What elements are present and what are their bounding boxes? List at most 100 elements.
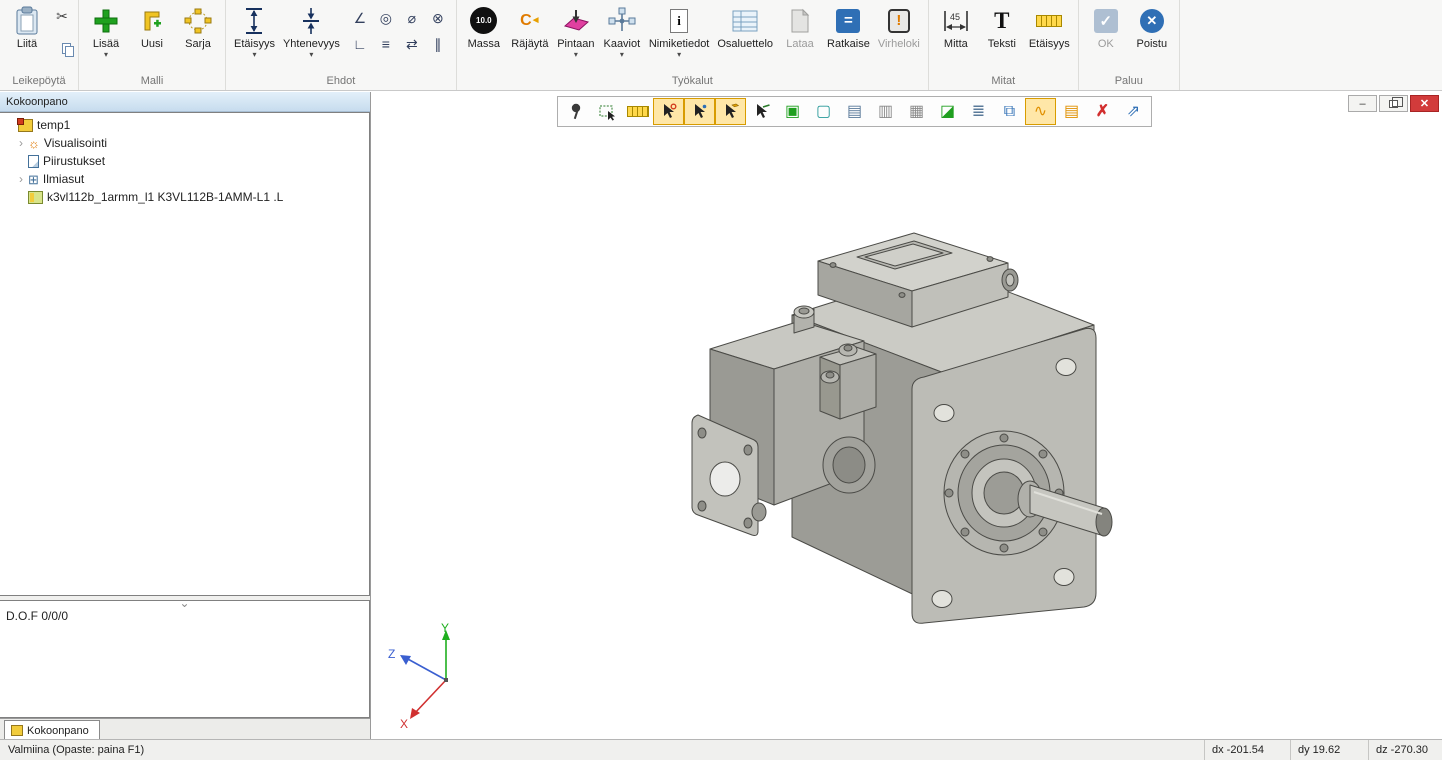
axis-y-label: Y bbox=[441, 621, 449, 635]
pin-button[interactable] bbox=[560, 98, 591, 125]
group-label-tools: Työkalut bbox=[461, 73, 924, 90]
select-solid-button[interactable]: ▣ bbox=[777, 98, 808, 125]
to-surface-dropdown-icon: ▾ bbox=[574, 51, 578, 58]
select-body-button[interactable]: ▢ bbox=[808, 98, 839, 125]
exit-button[interactable]: ✕ Poistu bbox=[1129, 1, 1175, 51]
diagrams-button[interactable]: Kaaviot ▾ bbox=[599, 1, 645, 59]
configurations-icon: ⊞ bbox=[28, 173, 39, 186]
select-faceset-button[interactable]: ▥ bbox=[870, 98, 901, 125]
tree-item-label: Piirustukset bbox=[43, 154, 105, 168]
feature-list-button[interactable]: ≣ bbox=[963, 98, 994, 125]
error-log-button[interactable]: ! Virheloki bbox=[874, 1, 924, 51]
delete-button[interactable]: ✗ bbox=[1087, 98, 1118, 125]
snap-edge-button[interactable] bbox=[746, 98, 777, 125]
expand-chevron-icon[interactable]: › bbox=[14, 136, 28, 150]
expand-chevron-icon[interactable]: › bbox=[14, 172, 28, 186]
item-data-icon: i bbox=[670, 4, 688, 37]
coplanar-constraint-icon: ∥ bbox=[434, 36, 441, 52]
curve-button[interactable]: ∿ bbox=[1025, 98, 1056, 125]
item-data-button[interactable]: i Nimiketiedot ▾ bbox=[645, 1, 714, 59]
snap-face-button[interactable] bbox=[715, 98, 746, 125]
distance-constraint-button[interactable]: Etäisyys ▾ bbox=[230, 1, 279, 59]
select-wireframe-button[interactable]: ▦ bbox=[901, 98, 932, 125]
coincidence-dropdown-icon: ▾ bbox=[309, 51, 313, 58]
section-sheet-button[interactable]: ▤ bbox=[1056, 98, 1087, 125]
tree-item-piirustukset[interactable]: Piirustukset bbox=[0, 152, 369, 170]
viewport[interactable]: ▣ ▢ ▤ ▥ ▦ ◪ ≣ ⧉ ∿ ▤ ✗ ⇗ – ✕ bbox=[372, 92, 1442, 738]
clipboard-icon bbox=[14, 4, 40, 37]
exit-label: Poistu bbox=[1137, 38, 1168, 50]
new-button[interactable]: Uusi bbox=[129, 1, 175, 51]
copy-button[interactable] bbox=[50, 31, 74, 55]
diagrams-dropdown-icon: ▾ bbox=[620, 51, 624, 58]
distance-constraint-label: Etäisyys bbox=[234, 38, 275, 50]
series-button[interactable]: Sarja bbox=[175, 1, 221, 51]
to-surface-button[interactable]: Pintaan ▾ bbox=[553, 1, 599, 59]
ok-button[interactable]: ✓ OK bbox=[1083, 1, 1129, 51]
collapse-chevron-icon[interactable]: ⌄ bbox=[179, 598, 189, 608]
add-label: Lisää bbox=[93, 38, 119, 50]
minimize-button[interactable]: – bbox=[1348, 95, 1377, 112]
section-sheet-icon: ▤ bbox=[1064, 104, 1079, 120]
pin-icon bbox=[568, 103, 584, 121]
perpendicular-constraint-button[interactable]: ∟ bbox=[348, 32, 372, 56]
coplanar-constraint-button[interactable]: ∥ bbox=[426, 32, 450, 56]
tree-item-ilmiasut[interactable]: › ⊞ Ilmiasut bbox=[0, 170, 369, 188]
parts-list-button[interactable]: Osaluettelo bbox=[713, 1, 777, 51]
mass-label: Massa bbox=[468, 38, 500, 50]
tree-item-temp1[interactable]: temp1 bbox=[0, 116, 369, 134]
tree-item-label: Visualisointi bbox=[44, 136, 107, 150]
wireframe-cube-icon: ▦ bbox=[909, 104, 924, 120]
distance-dim-button[interactable]: Etäisyys bbox=[1025, 1, 1074, 51]
snap-point-button[interactable] bbox=[653, 98, 684, 125]
group-label-constraints: Ehdot bbox=[230, 73, 452, 90]
assembly-panel: Kokoonpano temp1 › ☼ Visualisointi Piiru… bbox=[0, 92, 371, 740]
explode-button[interactable]: C◄ Räjäytä bbox=[507, 1, 553, 51]
angle-constraint-button[interactable]: ∠ bbox=[348, 6, 372, 30]
ribbon-group-constraints: Etäisyys ▾ Yhtenevyys ▾ bbox=[226, 0, 457, 90]
tree-item-visualisointi[interactable]: › ☼ Visualisointi bbox=[0, 134, 369, 152]
ribbon-group-tools: 10.0 Massa C◄ Räjäytä bbox=[457, 0, 929, 90]
visualization-icon: ☼ bbox=[28, 137, 40, 150]
assembly-tree[interactable]: temp1 › ☼ Visualisointi Piirustukset › ⊞… bbox=[0, 112, 370, 596]
close-button[interactable]: ✕ bbox=[1410, 95, 1439, 112]
tangent-constraint-button[interactable]: ⌀ bbox=[400, 6, 424, 30]
symmetry-constraint-button[interactable]: ⊗ bbox=[426, 6, 450, 30]
select-window-button[interactable] bbox=[591, 98, 622, 125]
measure-button[interactable]: 45 Mitta bbox=[933, 1, 979, 51]
concentric-constraint-button[interactable]: ◎ bbox=[374, 6, 398, 30]
layers-button[interactable]: ⧉ bbox=[994, 98, 1025, 125]
cut-button[interactable]: ✂ bbox=[50, 4, 74, 28]
pump-3d-model[interactable] bbox=[652, 207, 1132, 637]
pick-solid-cursor-icon: ◪ bbox=[940, 104, 955, 120]
panel-tab-bar: Kokoonpano bbox=[0, 718, 370, 740]
coincidence-button[interactable]: Yhtenevyys ▾ bbox=[279, 1, 344, 59]
mass-button[interactable]: 10.0 Massa bbox=[461, 1, 507, 51]
solve-button[interactable]: = Ratkaise bbox=[823, 1, 874, 51]
tree-item-part[interactable]: k3vl112b_1armm_l1 K3VL112B-1AMM-L1 .L bbox=[0, 188, 369, 206]
tab-kokoonpano[interactable]: Kokoonpano bbox=[4, 720, 100, 740]
restore-icon bbox=[1389, 100, 1398, 108]
solid-cube-icon: ▣ bbox=[785, 104, 800, 120]
transfer-arrow-icon: ⇗ bbox=[1127, 104, 1140, 120]
parallel-constraint-button[interactable]: ≡ bbox=[374, 32, 398, 56]
measure-ruler-button[interactable] bbox=[622, 98, 653, 125]
parallel-constraint-icon: ≡ bbox=[382, 36, 390, 52]
text-button[interactable]: T Teksti bbox=[979, 1, 1025, 51]
add-button[interactable]: Lisää ▾ bbox=[83, 1, 129, 59]
transfer-button[interactable]: ⇗ bbox=[1118, 98, 1149, 125]
snap-vertex-button[interactable] bbox=[684, 98, 715, 125]
window-controls: – ✕ bbox=[1348, 95, 1439, 112]
pattern-icon bbox=[184, 4, 212, 37]
pick-solid-cursor-button[interactable]: ◪ bbox=[932, 98, 963, 125]
new-label: Uusi bbox=[141, 38, 163, 50]
restore-button[interactable] bbox=[1379, 95, 1408, 112]
load-button[interactable]: Lataa bbox=[777, 1, 823, 51]
load-label: Lataa bbox=[786, 38, 814, 50]
part-icon bbox=[28, 191, 43, 204]
error-log-label: Virheloki bbox=[878, 38, 920, 50]
select-face-button[interactable]: ▤ bbox=[839, 98, 870, 125]
tree-item-label: temp1 bbox=[37, 118, 70, 132]
paste-button[interactable]: Liitä bbox=[4, 1, 50, 51]
align-constraint-button[interactable]: ⇄ bbox=[400, 32, 424, 56]
